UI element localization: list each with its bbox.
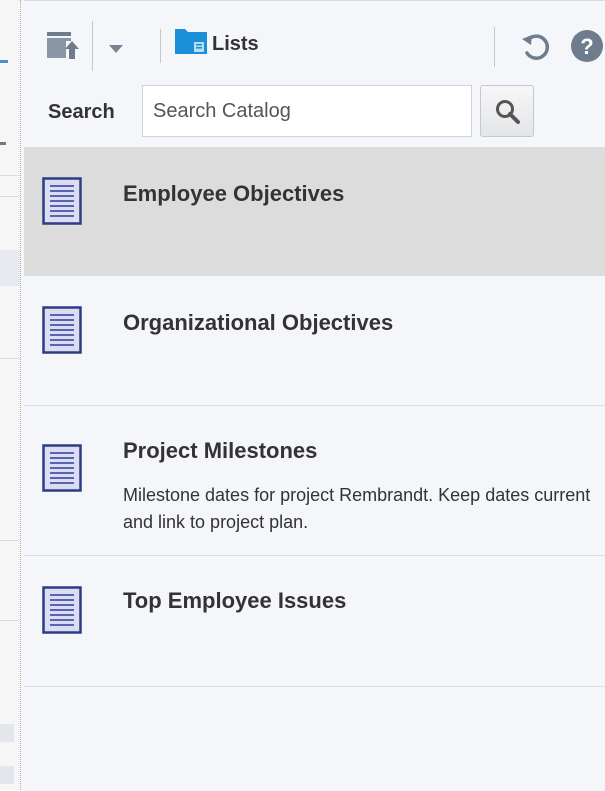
catalog-panel: Lists ? Search Search Catalog Employee O… xyxy=(24,0,605,791)
refresh-icon[interactable] xyxy=(519,29,553,68)
catalog-item-title[interactable]: Top Employee Issues xyxy=(123,588,346,614)
dropdown-arrow-icon[interactable] xyxy=(108,41,124,59)
folder-icon[interactable] xyxy=(174,27,208,60)
page-divider xyxy=(0,175,20,176)
page-mark xyxy=(0,142,6,145)
page-divider xyxy=(0,196,20,197)
catalog-item-title[interactable]: Organizational Objectives xyxy=(123,310,393,336)
list-icon xyxy=(42,177,82,230)
svg-text:?: ? xyxy=(580,34,593,59)
catalog-item[interactable]: Top Employee Issues xyxy=(24,556,605,687)
page-divider xyxy=(0,540,20,541)
page-dotted-edge xyxy=(20,0,21,790)
catalog-item-title[interactable]: Project Milestones xyxy=(123,438,317,464)
current-folder-label[interactable]: Lists xyxy=(212,33,259,56)
help-icon[interactable]: ? xyxy=(570,29,605,68)
page-divider xyxy=(0,358,20,359)
catalog-item-description: Milestone dates for project Rembrandt. K… xyxy=(123,485,591,532)
list-icon xyxy=(42,306,82,359)
toolbar-separator xyxy=(494,27,495,67)
page-block xyxy=(0,250,20,286)
catalog-item[interactable]: Organizational Objectives xyxy=(24,276,605,406)
search-button[interactable] xyxy=(480,85,534,137)
underlying-page-edge xyxy=(0,0,24,790)
catalog-list: Employee Objectives Organizational Objec… xyxy=(24,147,605,687)
toolbar-separator xyxy=(160,29,161,63)
toolbar-separator xyxy=(92,21,93,71)
upload-icon[interactable] xyxy=(46,29,80,66)
page-divider xyxy=(0,620,20,621)
list-icon xyxy=(42,444,82,497)
search-label: Search xyxy=(48,101,115,123)
search-catalog-input[interactable] xyxy=(142,85,472,137)
page-block xyxy=(0,766,14,784)
search-icon xyxy=(494,98,522,131)
catalog-item[interactable]: Project Milestones Milestone dates for p… xyxy=(24,406,605,556)
catalog-item[interactable]: Employee Objectives xyxy=(24,147,605,276)
list-icon xyxy=(42,586,82,639)
page-block xyxy=(0,724,14,742)
catalog-toolbar: Lists ? xyxy=(24,1,605,81)
catalog-item-title[interactable]: Employee Objectives xyxy=(123,181,344,207)
page-accent-mark xyxy=(0,60,8,63)
